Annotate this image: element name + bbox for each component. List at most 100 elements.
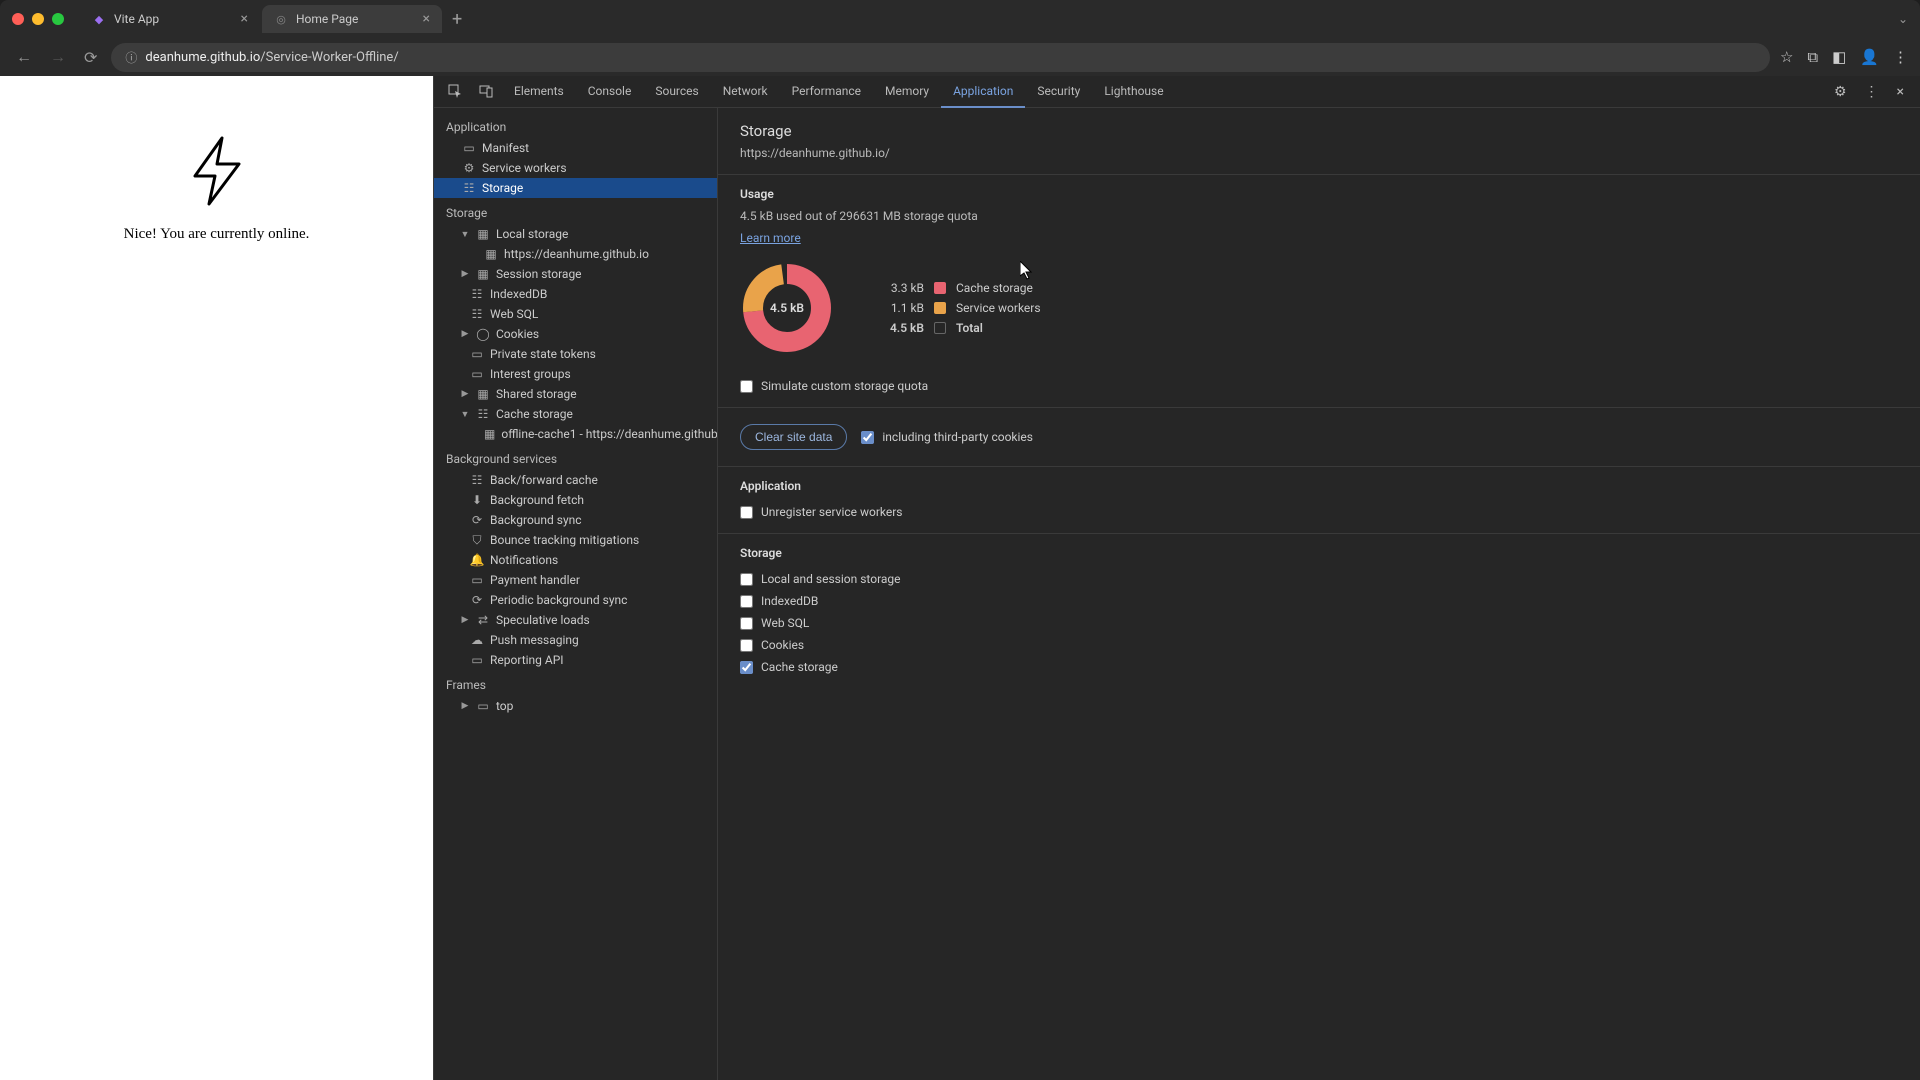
sidebar-label: Periodic background sync: [490, 593, 627, 607]
minimize-window-button[interactable]: [32, 13, 44, 25]
tab-elements[interactable]: Elements: [502, 76, 576, 108]
websql-checkbox[interactable]: Web SQL: [740, 612, 1898, 634]
inspect-element-icon[interactable]: [440, 78, 471, 105]
extensions-icon[interactable]: ⧉: [1807, 48, 1818, 66]
sidebar-item-local-storage[interactable]: ▼▦Local storage: [434, 224, 717, 244]
cookie-icon: ◯: [476, 327, 490, 341]
learn-more-link[interactable]: Learn more: [740, 231, 801, 245]
sidebar-item-private-state-tokens[interactable]: ▭Private state tokens: [434, 344, 717, 364]
profile-icon[interactable]: 👤: [1860, 48, 1879, 66]
sidebar-item-payment-handler[interactable]: ▭Payment handler: [434, 570, 717, 590]
tab-vite-app[interactable]: ◆ Vite App ×: [80, 5, 260, 33]
gear-icon: ⚙: [462, 161, 476, 175]
settings-icon[interactable]: ⚙: [1828, 80, 1853, 104]
more-icon[interactable]: ⋮: [1859, 80, 1885, 104]
tab-console[interactable]: Console: [576, 76, 644, 108]
sidebar-item-cache-entry[interactable]: ▦offline-cache1 - https://deanhume.githu…: [434, 424, 717, 444]
sidebar-item-indexeddb[interactable]: ☷IndexedDB: [434, 284, 717, 304]
content-area: Nice! You are currently online. Elements…: [0, 76, 1920, 1080]
tab-memory[interactable]: Memory: [873, 76, 941, 108]
cache-icon: ☷: [470, 473, 484, 487]
group-icon: ▭: [470, 367, 484, 381]
storage-section-heading: Storage: [740, 546, 1898, 560]
sidebar-item-background-sync[interactable]: ⟳Background sync: [434, 510, 717, 530]
sidebar-item-speculative-loads[interactable]: ▶⇄Speculative loads: [434, 610, 717, 630]
side-panel-icon[interactable]: ◧: [1832, 48, 1846, 66]
new-tab-button[interactable]: +: [444, 9, 470, 30]
checkbox-input[interactable]: [740, 573, 753, 586]
close-tab-icon[interactable]: ×: [241, 11, 248, 27]
menu-icon[interactable]: ⋮: [1893, 48, 1908, 66]
checkbox-input[interactable]: [740, 617, 753, 630]
tab-home-page[interactable]: ◎ Home Page ×: [262, 5, 442, 33]
cookies-checkbox[interactable]: Cookies: [740, 634, 1898, 656]
local-session-checkbox[interactable]: Local and session storage: [740, 568, 1898, 590]
sidebar-label: Cache storage: [496, 407, 573, 421]
checkbox-label: including third-party cookies: [882, 430, 1033, 444]
sidebar-item-local-storage-origin[interactable]: ▦https://deanhume.github.io: [434, 244, 717, 264]
checkbox-input[interactable]: [740, 595, 753, 608]
tab-sources[interactable]: Sources: [643, 76, 710, 108]
reload-button[interactable]: ⟳: [80, 44, 101, 71]
browser-chrome: ◆ Vite App × ◎ Home Page × + ⌄ ← → ⟳ ⓘ d…: [0, 0, 1920, 76]
sidebar-item-bounce-tracking[interactable]: ⛉Bounce tracking mitigations: [434, 530, 717, 550]
sidebar-item-service-workers[interactable]: ⚙ Service workers: [434, 158, 717, 178]
expand-icon[interactable]: ▼: [460, 409, 470, 420]
expand-icon[interactable]: ▶: [460, 701, 470, 711]
sidebar-item-back-forward-cache[interactable]: ☷Back/forward cache: [434, 470, 717, 490]
expand-icon[interactable]: ▶: [460, 389, 470, 399]
tab-security[interactable]: Security: [1025, 76, 1092, 108]
divider: [718, 407, 1920, 408]
sidebar-item-websql[interactable]: ☷Web SQL: [434, 304, 717, 324]
sidebar-item-periodic-sync[interactable]: ⟳Periodic background sync: [434, 590, 717, 610]
sidebar-item-notifications[interactable]: 🔔Notifications: [434, 550, 717, 570]
sidebar-item-storage[interactable]: ☷Storage: [434, 178, 717, 198]
checkbox-input[interactable]: [740, 639, 753, 652]
expand-icon[interactable]: ▶: [460, 269, 470, 279]
expand-icon[interactable]: ▼: [460, 229, 470, 240]
device-toolbar-icon[interactable]: [471, 78, 502, 105]
sidebar-item-push-messaging[interactable]: ☁Push messaging: [434, 630, 717, 650]
expand-icon[interactable]: ▶: [460, 329, 470, 339]
sidebar-item-manifest[interactable]: ▭Manifest: [434, 138, 717, 158]
bookmark-icon[interactable]: ☆: [1780, 48, 1793, 66]
sidebar-item-reporting-api[interactable]: ▭Reporting API: [434, 650, 717, 670]
simulate-quota-checkbox[interactable]: Simulate custom storage quota: [740, 375, 1898, 397]
devtools-toolbar: Elements Console Sources Network Perform…: [434, 76, 1920, 108]
clear-site-data-button[interactable]: Clear site data: [740, 424, 847, 450]
expand-icon[interactable]: ▶: [460, 615, 470, 625]
sidebar-item-background-fetch[interactable]: ⬇Background fetch: [434, 490, 717, 510]
checkbox-input[interactable]: [740, 380, 753, 393]
tab-performance[interactable]: Performance: [780, 76, 873, 108]
rendered-page: Nice! You are currently online.: [0, 76, 433, 1080]
maximize-window-button[interactable]: [52, 13, 64, 25]
cache-storage-checkbox[interactable]: Cache storage: [740, 656, 1898, 678]
sidebar-label: Service workers: [482, 161, 567, 175]
sidebar-item-cache-storage[interactable]: ▼☷Cache storage: [434, 404, 717, 424]
address-bar: ← → ⟳ ⓘ deanhume.github.io/Service-Worke…: [0, 38, 1920, 76]
chevron-down-icon[interactable]: ⌄: [1898, 12, 1908, 26]
shield-icon: ⛉: [470, 533, 484, 547]
sidebar-item-session-storage[interactable]: ▶▦Session storage: [434, 264, 717, 284]
site-info-icon[interactable]: ⓘ: [125, 49, 137, 66]
forward-button[interactable]: →: [46, 43, 70, 71]
sidebar-item-frame-top[interactable]: ▶▭top: [434, 696, 717, 716]
close-tab-icon[interactable]: ×: [423, 11, 430, 27]
unregister-sw-checkbox[interactable]: Unregister service workers: [740, 501, 1898, 523]
sidebar-item-cookies[interactable]: ▶◯Cookies: [434, 324, 717, 344]
sidebar-item-interest-groups[interactable]: ▭Interest groups: [434, 364, 717, 384]
tab-application[interactable]: Application: [941, 76, 1025, 108]
indexeddb-checkbox[interactable]: IndexedDB: [740, 590, 1898, 612]
url-input[interactable]: ⓘ deanhume.github.io/Service-Worker-Offl…: [111, 43, 1770, 72]
checkbox-input[interactable]: [740, 506, 753, 519]
sidebar-item-shared-storage[interactable]: ▶▦Shared storage: [434, 384, 717, 404]
back-button[interactable]: ←: [12, 43, 36, 71]
close-devtools-icon[interactable]: ×: [1891, 80, 1910, 104]
close-window-button[interactable]: [12, 13, 24, 25]
checkbox-input[interactable]: [740, 661, 753, 674]
third-party-cookies-checkbox[interactable]: including third-party cookies: [861, 426, 1033, 448]
tab-lighthouse[interactable]: Lighthouse: [1092, 76, 1175, 108]
checkbox-input[interactable]: [861, 431, 874, 444]
tab-network[interactable]: Network: [711, 76, 780, 108]
favicon-icon: ◆: [92, 12, 106, 26]
